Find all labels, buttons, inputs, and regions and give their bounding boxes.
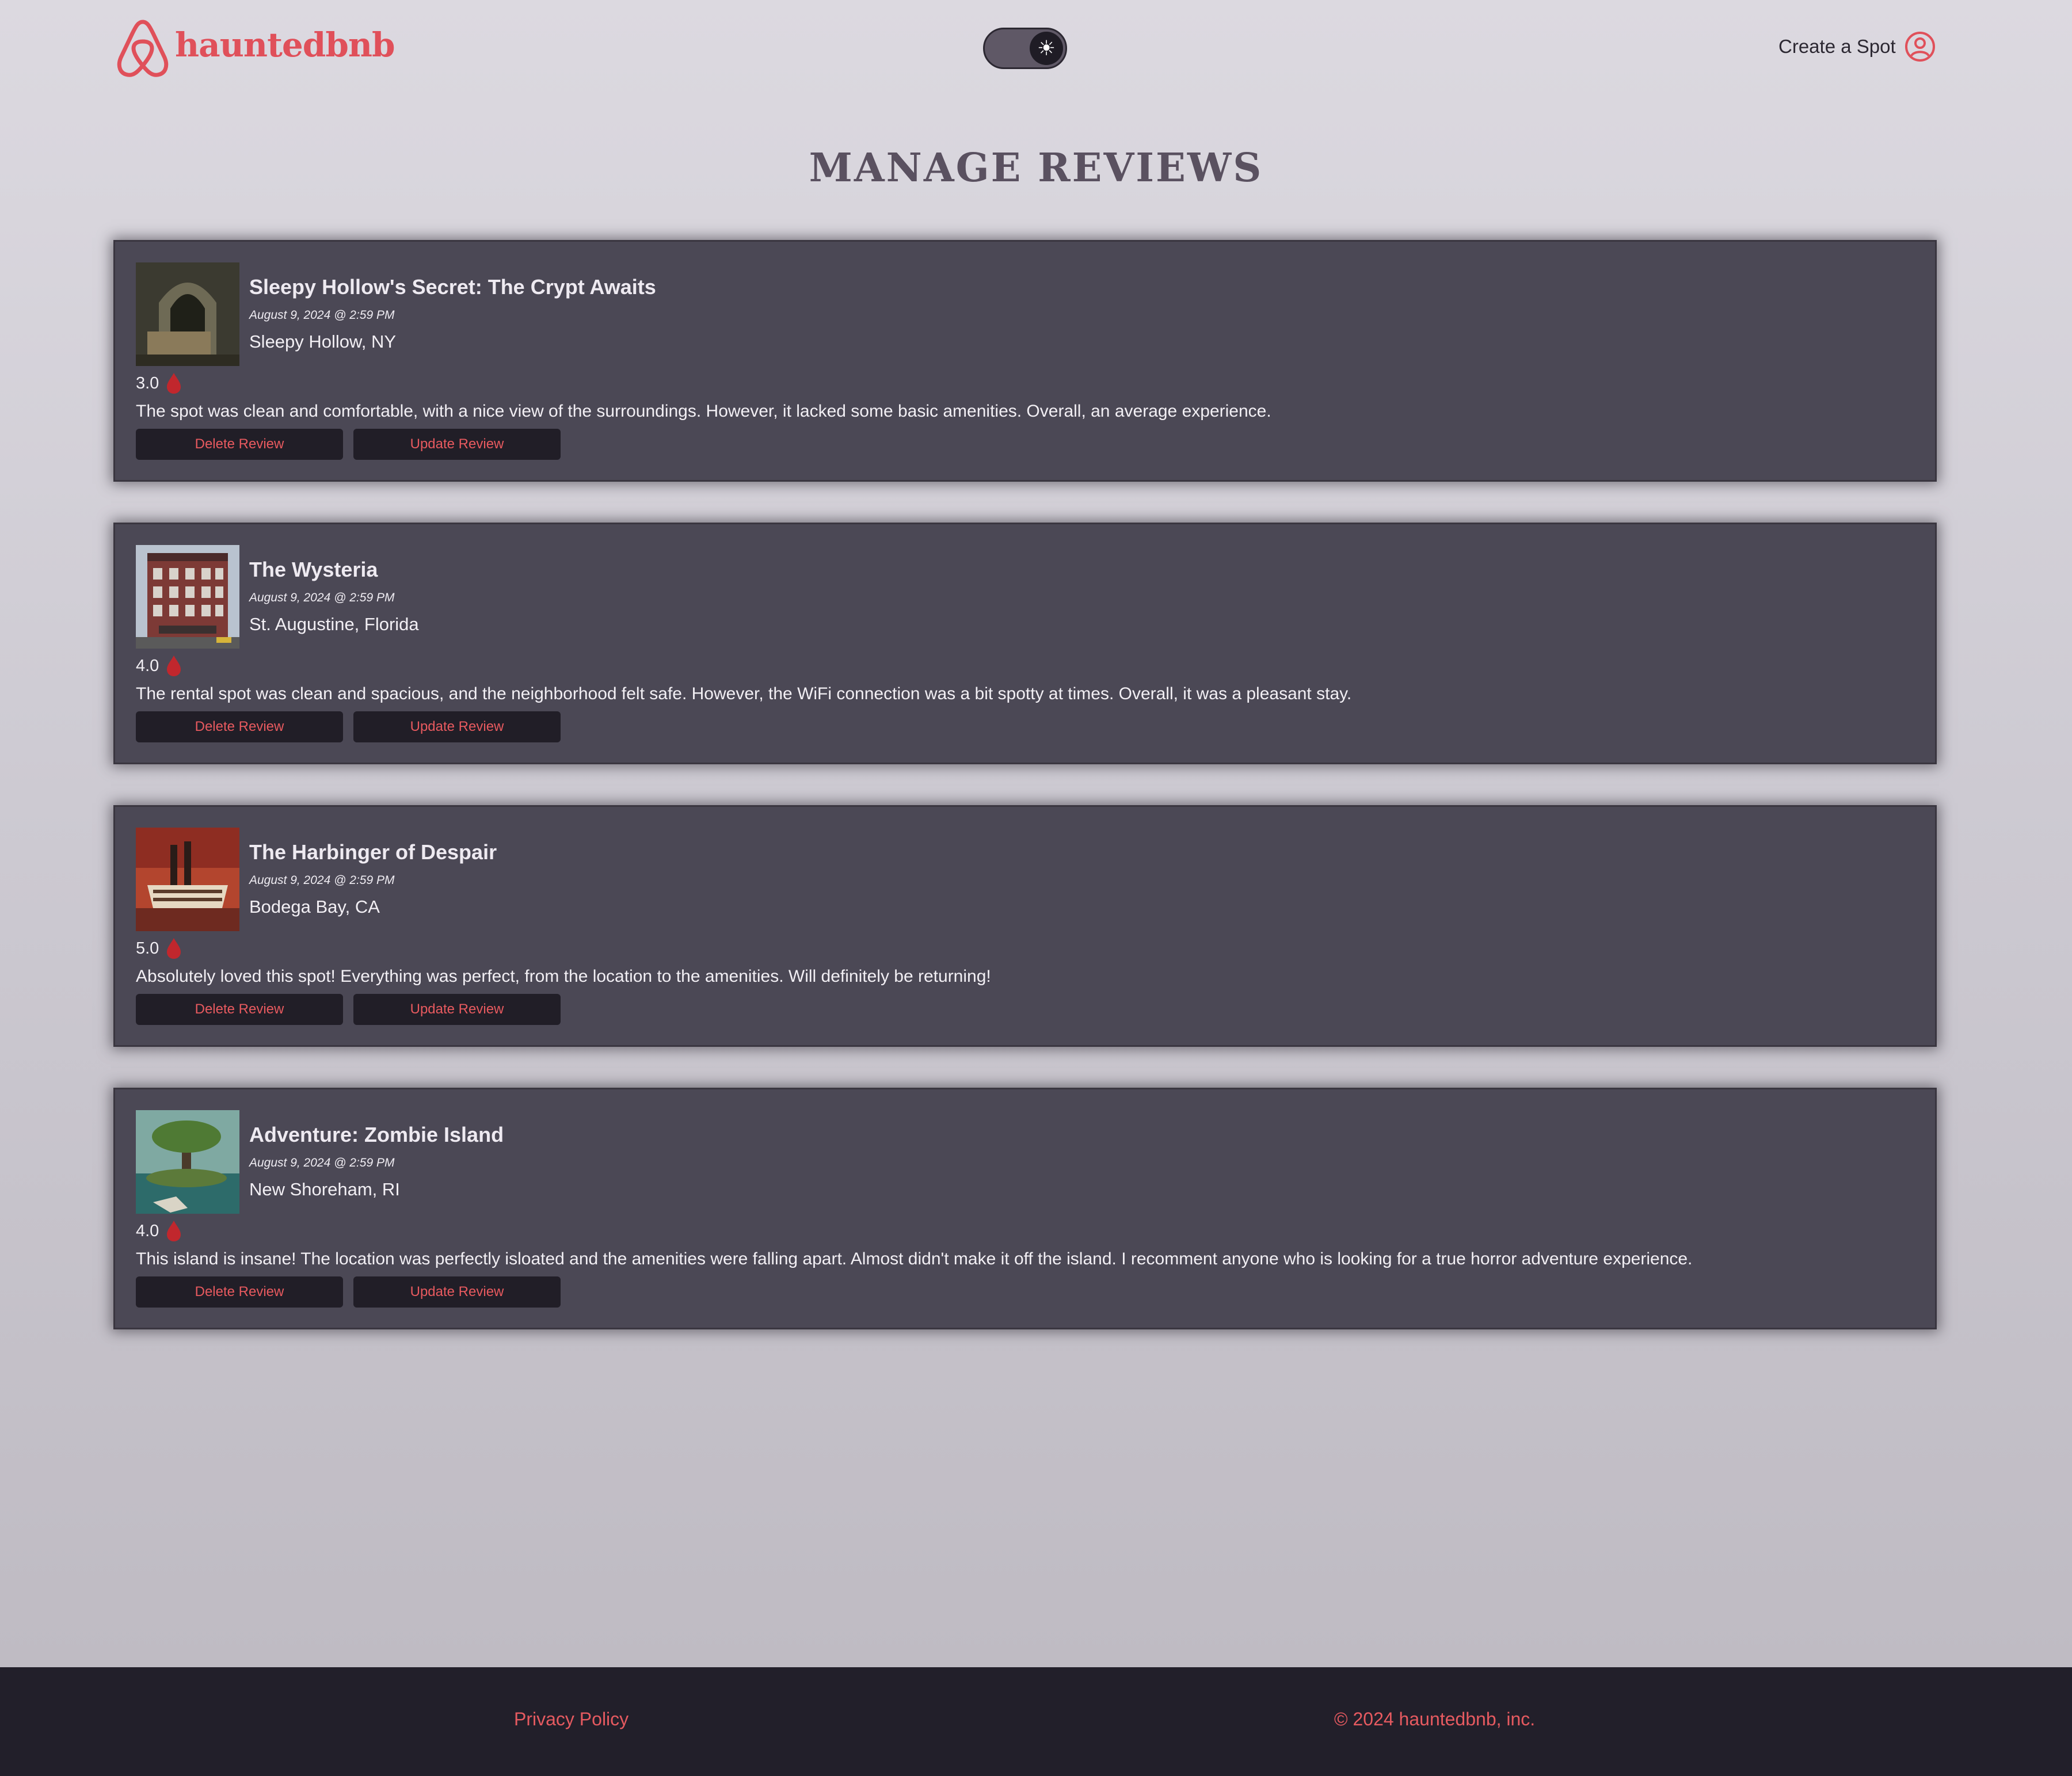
review-text: Absolutely loved this spot! Everything w… (136, 967, 991, 986)
spot-location: New Shoreham, RI (249, 1179, 400, 1199)
top-nav: hauntedbnb ☀ Create a Spot (0, 0, 2072, 98)
spot-name: The Harbinger of Despair (249, 840, 497, 864)
spot-location: St. Augustine, Florida (249, 614, 419, 634)
home-logo-link[interactable]: hauntedbnb (113, 16, 395, 81)
review-date: August 9, 2024 @ 2:59 PM (249, 874, 395, 887)
update-review-button[interactable]: Update Review (353, 994, 561, 1025)
sun-icon: ☀ (1030, 32, 1063, 65)
update-review-button[interactable]: Update Review (353, 711, 561, 742)
review-list: Sleepy Hollow's Secret: The Crypt Awaits… (113, 240, 1937, 1370)
review-card: The Harbinger of Despair August 9, 2024 … (113, 805, 1937, 1047)
page-title: MANAGE REVIEWS (809, 145, 1263, 191)
rating-value: 3.0 (136, 374, 159, 392)
blood-drop-icon (167, 655, 181, 676)
spot-location: Bodega Bay, CA (249, 897, 380, 917)
footer: Privacy Policy © 2024 hauntedbnb, inc. (0, 1667, 2072, 1776)
spot-name: Sleepy Hollow's Secret: The Crypt Awaits (249, 275, 656, 299)
privacy-policy-link[interactable]: Privacy Policy (514, 1709, 629, 1730)
spot-thumbnail[interactable] (136, 545, 239, 649)
create-spot-link[interactable]: Create a Spot (1778, 36, 1896, 58)
spot-thumbnail[interactable] (136, 1110, 239, 1214)
rating: 3.0 (136, 372, 184, 395)
update-review-button[interactable]: Update Review (353, 429, 561, 460)
review-text: This island is insane! The location was … (136, 1249, 1693, 1268)
review-card: Sleepy Hollow's Secret: The Crypt Awaits… (113, 240, 1937, 482)
airbnb-logo-icon (117, 20, 169, 77)
rating: 4.0 (136, 654, 184, 677)
delete-review-button[interactable]: Delete Review (136, 711, 343, 742)
delete-review-button[interactable]: Delete Review (136, 429, 343, 460)
spot-thumbnail[interactable] (136, 828, 239, 931)
review-text: The spot was clean and comfortable, with… (136, 402, 1271, 421)
blood-drop-icon (167, 373, 181, 394)
delete-review-button[interactable]: Delete Review (136, 994, 343, 1025)
blood-drop-icon (167, 1221, 181, 1241)
spot-location: Sleepy Hollow, NY (249, 331, 397, 352)
review-text: The rental spot was clean and spacious, … (136, 684, 1352, 703)
rating-value: 4.0 (136, 1221, 159, 1240)
update-review-button[interactable]: Update Review (353, 1276, 561, 1308)
copyright-text: © 2024 hauntedbnb, inc. (1334, 1709, 1536, 1729)
review-card: The Wysteria August 9, 2024 @ 2:59 PM St… (113, 523, 1937, 764)
logo-text: hauntedbnb (175, 25, 395, 64)
blood-drop-icon (167, 938, 181, 959)
spot-thumbnail[interactable] (136, 262, 239, 366)
review-card: Adventure: Zombie Island August 9, 2024 … (113, 1088, 1937, 1329)
spot-name: Adventure: Zombie Island (249, 1123, 504, 1146)
review-date: August 9, 2024 @ 2:59 PM (249, 308, 395, 322)
spot-name: The Wysteria (249, 558, 378, 581)
delete-review-button[interactable]: Delete Review (136, 1276, 343, 1308)
rating-value: 4.0 (136, 656, 159, 675)
user-circle-icon[interactable] (1904, 31, 1936, 63)
rating-value: 5.0 (136, 939, 159, 958)
rating: 4.0 (136, 1219, 184, 1243)
rating: 5.0 (136, 937, 184, 960)
theme-toggle[interactable]: ☀ (983, 28, 1067, 69)
review-date: August 9, 2024 @ 2:59 PM (249, 1156, 395, 1169)
review-date: August 9, 2024 @ 2:59 PM (249, 591, 395, 604)
